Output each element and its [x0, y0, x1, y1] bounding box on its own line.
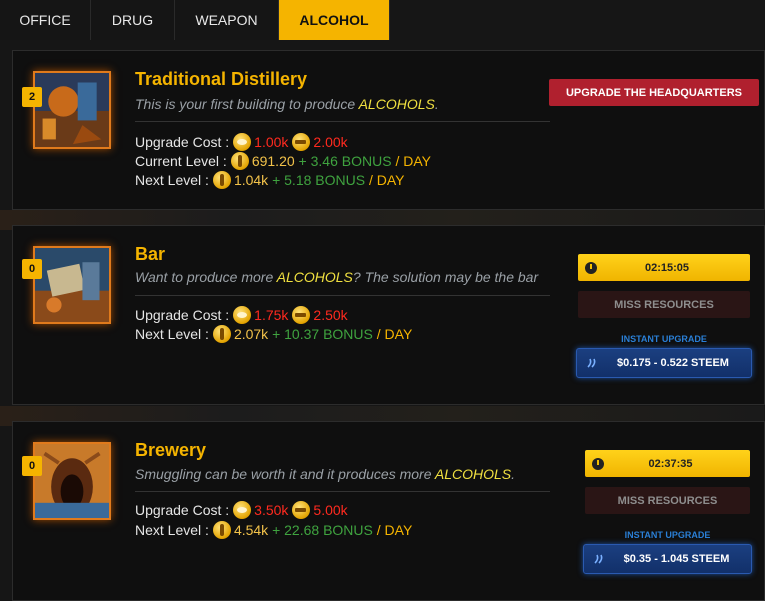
next-bonus: + 10.37 BONUS [272, 325, 373, 342]
cost-gun-value: 2.50k [313, 306, 348, 323]
coin-icon [233, 305, 252, 324]
cost-coin-value: 1.00k [254, 133, 289, 150]
next-level-label: Next Level : [135, 521, 209, 538]
divider [135, 491, 550, 492]
bottle-icon [212, 520, 231, 539]
next-level-label: Next Level : [135, 171, 209, 188]
tab-weapon[interactable]: WEAPON [175, 0, 279, 40]
clock-icon [585, 261, 597, 274]
building-description: This is your first building to produce A… [135, 96, 439, 112]
resource-highlight: ALCOHOLS [276, 269, 353, 285]
timer-value: 02:37:35 [648, 457, 693, 470]
gun-icon [292, 132, 311, 151]
gun-icon [292, 500, 311, 519]
divider [135, 295, 550, 296]
level-badge: 0 [22, 259, 42, 279]
cost-gun-value: 5.00k [313, 501, 348, 518]
upgrade-timer: 02:15:05 [578, 254, 750, 281]
current-level-label: Current Level : [135, 152, 227, 169]
upgrade-cost-row: Upgrade Cost : 1.75k 2.50k [135, 305, 348, 324]
brewery-image [33, 442, 111, 520]
upgrade-cost-label: Upgrade Cost : [135, 133, 230, 150]
building-card-distillery: 2 Traditional Distillery This is your fi… [12, 50, 765, 210]
miss-resources-button[interactable]: MISS RESOURCES [585, 487, 750, 514]
tab-alcohol[interactable]: ALCOHOL [279, 0, 390, 40]
building-title: Bar [135, 244, 166, 264]
timer-value: 02:15:05 [644, 261, 690, 274]
cost-coin-value: 1.75k [254, 306, 289, 323]
upgrade-timer: 02:37:35 [585, 450, 750, 477]
next-level-value: 4.54k [233, 521, 269, 538]
building-title: Traditional Distillery [135, 69, 308, 89]
cost-gun-value: 2.00k [313, 133, 348, 150]
steem-icon [584, 553, 614, 565]
next-bonus: + 22.68 BONUS [272, 521, 373, 538]
steem-icon [577, 357, 607, 369]
steem-price: $0.175 - 0.522 STEEM [617, 357, 729, 369]
next-unit: / DAY [376, 521, 413, 538]
resource-highlight: ALCOHOLS [358, 96, 435, 112]
next-level-row: Next Level : 1.04k + 5.18 BONUS / DAY [135, 170, 405, 189]
bottle-icon [230, 151, 249, 170]
clock-icon [592, 457, 604, 470]
next-level-row: Next Level : 2.07k + 10.37 BONUS / DAY [135, 324, 412, 343]
divider [135, 121, 550, 122]
instant-upgrade-label: INSTANT UPGRADE [624, 530, 711, 540]
next-level-label: Next Level : [135, 325, 209, 342]
bar-image [33, 246, 111, 324]
building-card-brewery: 0 Brewery Smuggling can be worth it and … [12, 421, 765, 601]
instant-upgrade-steem-button[interactable]: $0.175 - 0.522 STEEM [576, 348, 752, 378]
level-badge: 0 [22, 456, 42, 476]
next-level-value: 2.07k [233, 325, 269, 342]
resource-highlight: ALCOHOLS [434, 466, 512, 482]
bottle-icon [212, 170, 231, 189]
steem-price: $0.35 - 1.045 STEEM [623, 553, 730, 565]
category-tabs: OFFICE DRUG WEAPON ALCOHOL [0, 0, 390, 40]
building-card-bar: 0 Bar Want to produce more ALCOHOLS? The… [12, 225, 765, 405]
building-description: Smuggling can be worth it and it produce… [135, 466, 516, 482]
distillery-image [33, 71, 111, 149]
instant-upgrade-steem-button[interactable]: $0.35 - 1.045 STEEM [583, 544, 752, 574]
bottle-icon [212, 324, 231, 343]
next-bonus: + 5.18 BONUS [272, 171, 366, 188]
instant-upgrade-label: INSTANT UPGRADE [621, 334, 707, 344]
current-level-row: Current Level : 691.20 + 3.46 BONUS / DA… [135, 151, 431, 170]
coin-icon [233, 132, 252, 151]
tab-drug[interactable]: DRUG [91, 0, 175, 40]
current-level-value: 691.20 [251, 152, 295, 169]
next-unit: / DAY [368, 171, 405, 188]
upgrade-cost-row: Upgrade Cost : 3.50k 5.00k [135, 500, 348, 519]
next-level-value: 1.04k [233, 171, 269, 188]
cost-coin-value: 3.50k [254, 501, 289, 518]
upgrade-headquarters-button[interactable]: UPGRADE THE HEADQUARTERS [549, 79, 759, 106]
current-bonus: + 3.46 BONUS [298, 152, 392, 169]
next-unit: / DAY [376, 325, 413, 342]
tab-office[interactable]: OFFICE [0, 0, 91, 40]
coin-icon [233, 500, 252, 519]
next-level-row: Next Level : 4.54k + 22.68 BONUS / DAY [135, 520, 412, 539]
level-badge: 2 [22, 87, 42, 107]
upgrade-cost-label: Upgrade Cost : [135, 501, 230, 518]
building-title: Brewery [135, 440, 207, 460]
miss-resources-button[interactable]: MISS RESOURCES [578, 291, 750, 318]
current-unit: / DAY [395, 152, 431, 169]
gun-icon [292, 305, 311, 324]
building-description: Want to produce more ALCOHOLS? The solut… [135, 269, 539, 285]
upgrade-cost-row: Upgrade Cost : 1.00k 2.00k [135, 132, 348, 151]
upgrade-cost-label: Upgrade Cost : [135, 306, 230, 323]
